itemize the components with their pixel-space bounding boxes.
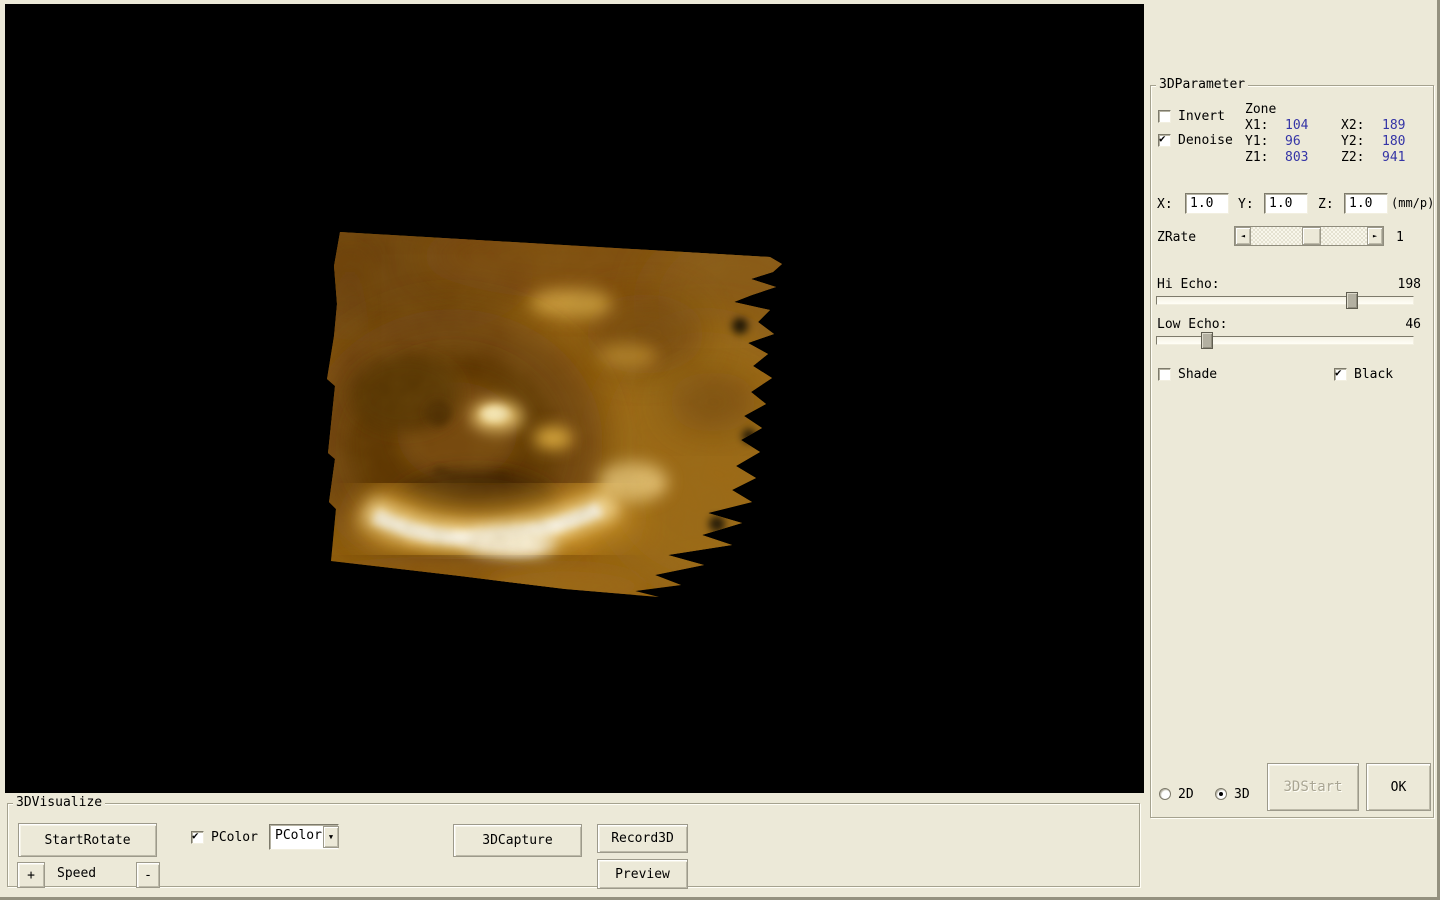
mode-3d-label: 3D: [1234, 786, 1250, 802]
low-echo-label: Low Echo:: [1157, 317, 1228, 332]
render-viewport[interactable]: [5, 4, 1144, 793]
y-scale-label: Y:: [1238, 197, 1254, 212]
parameter-panel: 3DParameter Invert Denoise Zone X1: 104 …: [1146, 0, 1437, 897]
preview-button[interactable]: Preview: [597, 859, 688, 889]
hi-echo-value: 198: [1397, 277, 1421, 292]
hi-echo-slider[interactable]: [1156, 292, 1414, 309]
zone-y1-value: 96: [1285, 134, 1301, 149]
visualize-groupbox: 3DVisualize StartRotate + Speed - PColor…: [7, 795, 1140, 889]
zrate-label: ZRate: [1157, 230, 1197, 245]
low-echo-slider[interactable]: [1156, 332, 1414, 349]
pcolor-dropdown[interactable]: PColor ▼: [269, 824, 339, 850]
ultrasound-render: [5, 4, 1144, 793]
black-checkbox[interactable]: [1334, 366, 1347, 381]
mode-2d-radio[interactable]: [1159, 788, 1171, 800]
zone-y2-value: 180: [1382, 134, 1406, 149]
zone-x2-value: 189: [1382, 118, 1406, 133]
zone-x1-value: 104: [1285, 118, 1309, 133]
scale-unit-label: (mm/p): [1391, 196, 1435, 210]
low-echo-thumb[interactable]: [1200, 332, 1213, 349]
capture3d-button[interactable]: 3DCapture: [453, 824, 582, 857]
zone-x2-label: X2:: [1341, 118, 1365, 133]
mode-2d-radio-row[interactable]: 2D: [1159, 786, 1194, 802]
pcolor-checkbox-label: PColor: [211, 829, 258, 845]
x-scale-label: X:: [1157, 197, 1173, 212]
invert-checkbox[interactable]: [1158, 109, 1171, 123]
zrate-value: 1: [1396, 230, 1404, 245]
visualize-group-title: 3DVisualize: [13, 795, 106, 811]
zone-title: Zone: [1245, 102, 1277, 117]
y-scale-input[interactable]: 1.0: [1264, 193, 1308, 214]
denoise-checkbox-row[interactable]: Denoise: [1158, 132, 1233, 148]
mode-3d-radio[interactable]: [1215, 788, 1227, 800]
app-window: 3DParameter Invert Denoise Zone X1: 104 …: [0, 0, 1440, 900]
zrate-right-arrow-icon[interactable]: ►: [1367, 227, 1383, 245]
invert-label: Invert: [1178, 108, 1225, 124]
invert-checkbox-row[interactable]: Invert: [1158, 108, 1225, 124]
zone-z1-value: 803: [1285, 150, 1309, 165]
zrate-thumb[interactable]: [1302, 227, 1322, 245]
start-rotate-button[interactable]: StartRotate: [18, 823, 157, 857]
speed-plus-button[interactable]: +: [17, 862, 45, 888]
z-scale-label: Z:: [1318, 197, 1334, 212]
pcolor-checkbox[interactable]: [191, 829, 204, 844]
shade-checkbox[interactable]: [1158, 367, 1171, 381]
shade-checkbox-row[interactable]: Shade: [1158, 366, 1218, 382]
zone-z1-label: Z1:: [1245, 150, 1269, 165]
hi-echo-label: Hi Echo:: [1157, 277, 1220, 292]
mode-3d-radio-row[interactable]: 3D: [1215, 786, 1250, 802]
black-label: Black: [1354, 366, 1394, 382]
x-scale-input[interactable]: 1.0: [1185, 193, 1229, 214]
denoise-label: Denoise: [1178, 132, 1233, 148]
visualize-panel: 3DVisualize StartRotate + Speed - PColor…: [0, 793, 1146, 897]
pcolor-dropdown-value: PColor: [275, 828, 322, 843]
black-checkbox-row[interactable]: Black: [1334, 366, 1394, 382]
hi-echo-thumb[interactable]: [1346, 292, 1359, 309]
low-echo-value: 46: [1405, 317, 1421, 332]
ok-button[interactable]: OK: [1366, 763, 1431, 811]
zone-z2-value: 941: [1382, 150, 1406, 165]
zone-z2-label: Z2:: [1341, 150, 1365, 165]
speed-label: Speed: [57, 866, 97, 881]
zrate-left-arrow-icon[interactable]: ◄: [1235, 227, 1251, 245]
pcolor-checkbox-row[interactable]: PColor: [191, 829, 258, 845]
chevron-down-icon[interactable]: ▼: [322, 826, 339, 848]
zrate-track[interactable]: [1251, 227, 1367, 245]
denoise-checkbox[interactable]: [1158, 132, 1171, 147]
parameter-groupbox: 3DParameter Invert Denoise Zone X1: 104 …: [1150, 77, 1435, 818]
start3d-button[interactable]: 3DStart: [1267, 763, 1359, 811]
zone-y2-label: Y2:: [1341, 134, 1365, 149]
z-scale-input[interactable]: 1.0: [1344, 193, 1388, 214]
record3d-button[interactable]: Record3D: [597, 824, 688, 853]
parameter-group-title: 3DParameter: [1156, 77, 1249, 93]
zone-y1-label: Y1:: [1245, 134, 1269, 149]
shade-label: Shade: [1178, 366, 1218, 382]
zone-x1-label: X1:: [1245, 118, 1269, 133]
speed-minus-button[interactable]: -: [136, 862, 160, 888]
mode-2d-label: 2D: [1178, 786, 1194, 802]
zrate-scrollbar[interactable]: ◄ ►: [1234, 226, 1384, 246]
